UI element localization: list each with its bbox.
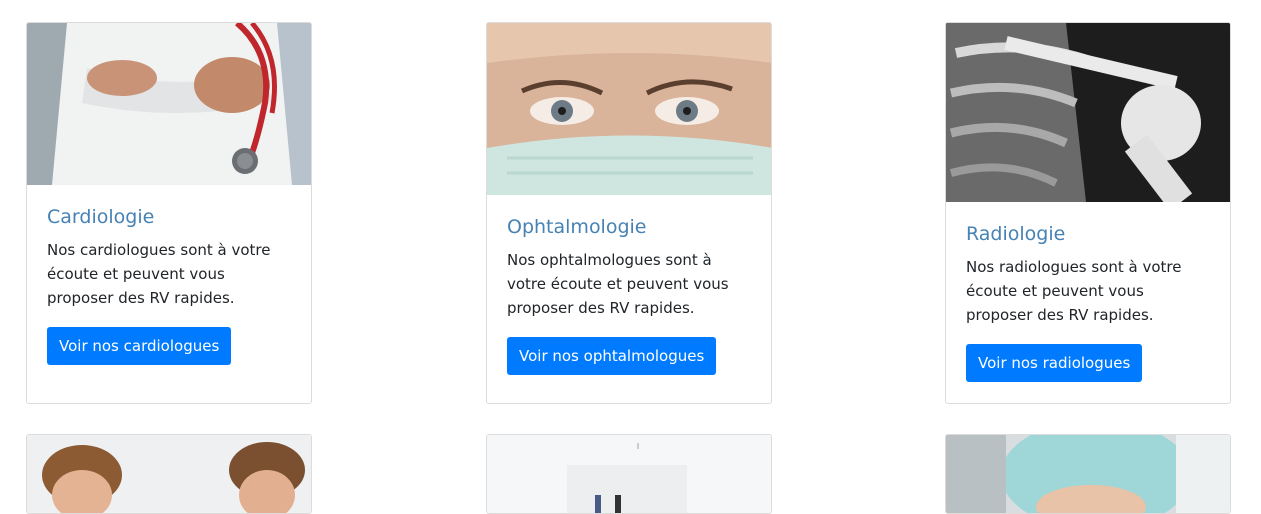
voir-cardiologues-button[interactable]: Voir nos cardiologues [47,327,232,365]
voir-radiologues-button[interactable]: Voir nos radiologues [966,344,1143,382]
card-description: Nos cardiologues sont à votre écoute et … [47,241,271,307]
card-title: Ophtalmologie [507,216,647,238]
card-description: Nos radiologues sont à votre écoute et p… [966,258,1182,324]
card-radiologie: Radiologie Nos radiologues sont à votre … [945,22,1231,404]
doctor-stethoscope-photo [27,23,311,185]
card-title: Cardiologie [47,206,155,228]
xray-shoulder-photo [946,23,1230,202]
card-cardiologie: Cardiologie Nos cardiologues sont à votr… [26,22,312,404]
card-lower-3 [945,434,1231,514]
clinic-room-photo [487,435,771,513]
card-ophtalmologie: Ophtalmologie Nos ophtalmologues sont à … [486,22,772,404]
surgical-cap-patient-photo [946,435,1230,513]
voir-ophtalmologues-button[interactable]: Voir nos ophtalmologues [507,337,717,375]
masked-face-eyes-photo [487,23,771,195]
children-photo [27,435,311,513]
card-lower-1 [26,434,312,514]
card-lower-2 [486,434,772,514]
card-description: Nos ophtalmologues sont à votre écoute e… [507,251,729,317]
card-title: Radiologie [966,223,1066,245]
